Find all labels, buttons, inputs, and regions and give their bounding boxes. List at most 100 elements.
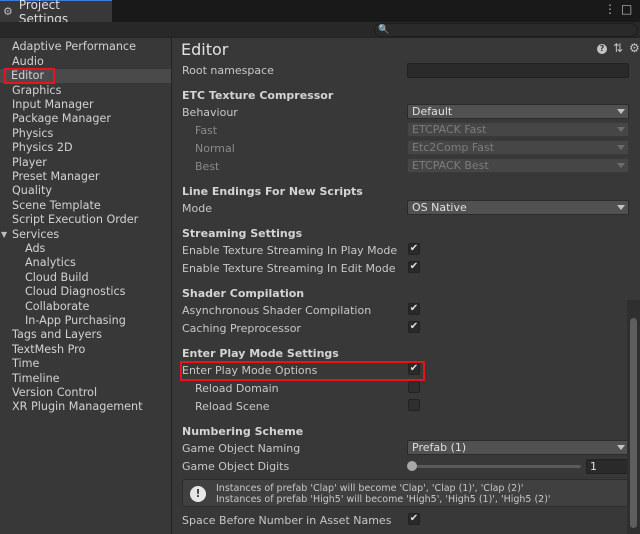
sidebar-item-collaborate[interactable]: Collaborate [0,300,171,314]
sidebar-item-timeline[interactable]: Timeline [0,372,171,386]
caching-preprocessor-label: Caching Preprocessor [182,322,301,335]
sidebar-item-textmesh-pro[interactable]: TextMesh Pro [0,343,171,357]
sidebar-item-preset-manager[interactable]: Preset Manager [0,170,171,184]
normal-dropdown: Etc2Comp Fast [407,140,629,155]
title-bar: ⚙ Project Settings ⋮ □ [0,0,640,26]
space-before-number-label: Space Before Number in Asset Names [182,514,392,527]
sidebar-item-analytics[interactable]: Analytics [0,256,171,270]
chevron-down-icon [617,163,625,168]
normal-label: Normal [195,142,235,155]
space-before-number-checkbox[interactable]: ✔ [408,513,420,525]
reload-domain-label: Reload Domain [195,382,279,395]
chevron-down-icon [617,205,625,210]
info-line-1: Instances of prefab 'Clap' will become '… [216,483,524,494]
sidebar-item-graphics[interactable]: Graphics [0,84,171,98]
best-label: Best [195,160,220,173]
preset-sliders-icon[interactable]: ⇅ [613,41,623,55]
window-menu-icon[interactable]: ⋮ [604,2,616,16]
sidebar-item-adaptive-performance[interactable]: Adaptive Performance [0,40,171,54]
help-icon[interactable]: ? [597,44,607,54]
sidebar-item-tags-and-layers[interactable]: Tags and Layers [0,328,171,342]
sidebar-item-editor[interactable]: Editor [4,68,55,84]
root-namespace-input[interactable] [407,63,629,78]
sidebar-item-ads[interactable]: Ads [0,242,171,256]
sidebar-item-time[interactable]: Time [0,357,171,371]
fast-label: Fast [195,124,218,137]
caching-preprocessor-checkbox[interactable]: ✔ [408,321,420,333]
best-value: ETCPACK Best [412,159,489,172]
toolbar: 🔍 [0,22,640,38]
sidebar-item-physics[interactable]: Physics [0,127,171,141]
sidebar-item-cloud-diagnostics[interactable]: Cloud Diagnostics [0,285,171,299]
streaming-edit-label: Enable Texture Streaming In Edit Mode [182,262,396,275]
sidebar-item-package-manager[interactable]: Package Manager [0,112,171,126]
game-object-naming-label: Game Object Naming [182,442,301,455]
chevron-down-icon [617,127,625,132]
sidebar-item-quality[interactable]: Quality [0,184,171,198]
enter-play-mode-options-label: Enter Play Mode Options [182,364,318,377]
page-title: Editor [181,40,229,59]
etc-section-title: ETC Texture Compressor [182,89,334,102]
sidebar-item-xr-plugin-management[interactable]: XR Plugin Management [0,400,171,414]
streaming-edit-checkbox[interactable]: ✔ [408,261,420,273]
fast-value: ETCPACK Fast [412,123,487,136]
best-dropdown: ETCPACK Best [407,158,629,173]
sidebar-item-physics-2d[interactable]: Physics 2D [0,141,171,155]
scrollbar[interactable] [627,300,640,534]
root-namespace-label: Root namespace [182,64,274,77]
sidebar-item-audio[interactable]: Audio [0,55,171,69]
search-icon: 🔍 [378,25,390,35]
streaming-section-title: Streaming Settings [182,227,303,240]
settings-panel: Editor ? ⇅ ⚙ Root namespace ETC Texture … [173,38,640,534]
streaming-play-checkbox[interactable]: ✔ [408,243,420,255]
naming-value: Prefab (1) [412,441,467,454]
behaviour-value: Default [412,105,453,118]
gear-icon: ⚙ [3,4,13,18]
project-settings-tab[interactable]: ⚙ Project Settings [0,0,112,26]
sidebar-item-player[interactable]: Player [0,156,171,170]
info-icon: ! [190,486,206,502]
async-shader-checkbox[interactable]: ✔ [408,303,420,315]
reload-domain-checkbox[interactable] [408,381,420,393]
sidebar-item-services[interactable]: ▼ Services [0,228,171,242]
sidebar-item-input-manager[interactable]: Input Manager [0,98,171,112]
info-box: ! Instances of prefab 'Clap' will become… [182,479,629,507]
chevron-down-icon [617,145,625,150]
game-object-naming-dropdown[interactable]: Prefab (1) [407,440,629,455]
sidebar-item-version-control[interactable]: Version Control [0,386,171,400]
line-endings-section-title: Line Endings For New Scripts [182,185,363,198]
behaviour-dropdown[interactable]: Default [407,104,629,119]
normal-value: Etc2Comp Fast [412,141,495,154]
sidebar-item-in-app-purchasing[interactable]: In-App Purchasing [0,314,171,328]
sidebar-item-services-label: Services [12,228,60,241]
chevron-down-icon [617,109,625,114]
mode-value: OS Native [412,201,467,214]
maximize-icon[interactable]: □ [621,2,632,16]
search-input[interactable]: 🔍 [374,23,638,37]
reload-scene-label: Reload Scene [195,400,270,413]
reload-scene-checkbox[interactable] [408,399,420,411]
expand-caret-icon[interactable]: ▼ [1,228,7,242]
numbering-section-title: Numbering Scheme [182,425,304,438]
mode-label: Mode [182,202,212,215]
sidebar-item-script-execution-order[interactable]: Script Execution Order [0,213,171,227]
info-line-2: Instances of prefab 'High5' will become … [216,494,551,505]
chevron-down-icon [617,445,625,450]
async-shader-label: Asynchronous Shader Compilation [182,304,372,317]
digits-slider-handle[interactable] [407,461,417,471]
game-object-digits-label: Game Object Digits [182,460,290,473]
sidebar: Adaptive Performance Audio Editor Graphi… [0,38,172,534]
play-mode-section-title: Enter Play Mode Settings [182,347,339,360]
sidebar-item-scene-template[interactable]: Scene Template [0,199,171,213]
shader-section-title: Shader Compilation [182,287,305,300]
behaviour-label: Behaviour [182,106,238,119]
digits-slider-track[interactable] [411,465,581,468]
digits-input[interactable]: 1 [586,459,630,474]
scrollbar-thumb[interactable] [630,318,637,528]
fast-dropdown: ETCPACK Fast [407,122,629,137]
enter-play-mode-options-checkbox[interactable]: ✔ [408,363,420,375]
mode-dropdown[interactable]: OS Native [407,200,629,215]
settings-gear-icon[interactable]: ⚙ [629,41,640,55]
sidebar-item-cloud-build[interactable]: Cloud Build [0,271,171,285]
streaming-play-label: Enable Texture Streaming In Play Mode [182,244,398,257]
